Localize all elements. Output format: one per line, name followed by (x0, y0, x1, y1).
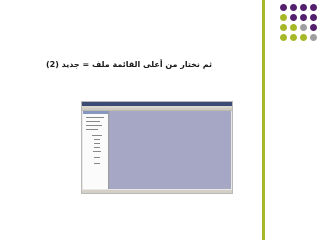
dot (290, 14, 297, 21)
work-area (109, 111, 231, 189)
dot (290, 34, 297, 41)
dot (300, 4, 307, 11)
task-pane (83, 111, 109, 189)
dot (290, 24, 297, 31)
dot (310, 4, 317, 11)
task-pane-line (86, 121, 100, 122)
task-pane-line (86, 125, 102, 126)
dot (280, 24, 287, 31)
dot (300, 14, 307, 21)
task-pane-line (94, 139, 100, 140)
task-pane-line (94, 147, 100, 148)
dot (310, 34, 317, 41)
dot (280, 34, 287, 41)
dot (280, 4, 287, 11)
dot (280, 14, 287, 21)
task-pane-line (92, 135, 102, 136)
task-pane-line (94, 163, 100, 164)
dot (310, 24, 317, 31)
task-pane-line (86, 129, 98, 130)
slide-title: ثم نختار من أعلى القائمة ملف = جديد (2) (46, 60, 212, 69)
dot (310, 14, 317, 21)
application-screenshot (82, 102, 232, 193)
task-pane-line (93, 151, 101, 152)
task-pane-header (83, 111, 108, 114)
task-pane-line (86, 117, 104, 118)
dot (300, 34, 307, 41)
accent-bar (262, 0, 265, 240)
task-pane-line (94, 157, 100, 158)
decorative-dot-grid (280, 4, 320, 41)
dot (300, 24, 307, 31)
task-pane-line (94, 143, 100, 144)
status-bar (82, 190, 232, 193)
slide: ثم نختار من أعلى القائمة ملف = جديد (2) (0, 0, 320, 240)
dot (290, 4, 297, 11)
